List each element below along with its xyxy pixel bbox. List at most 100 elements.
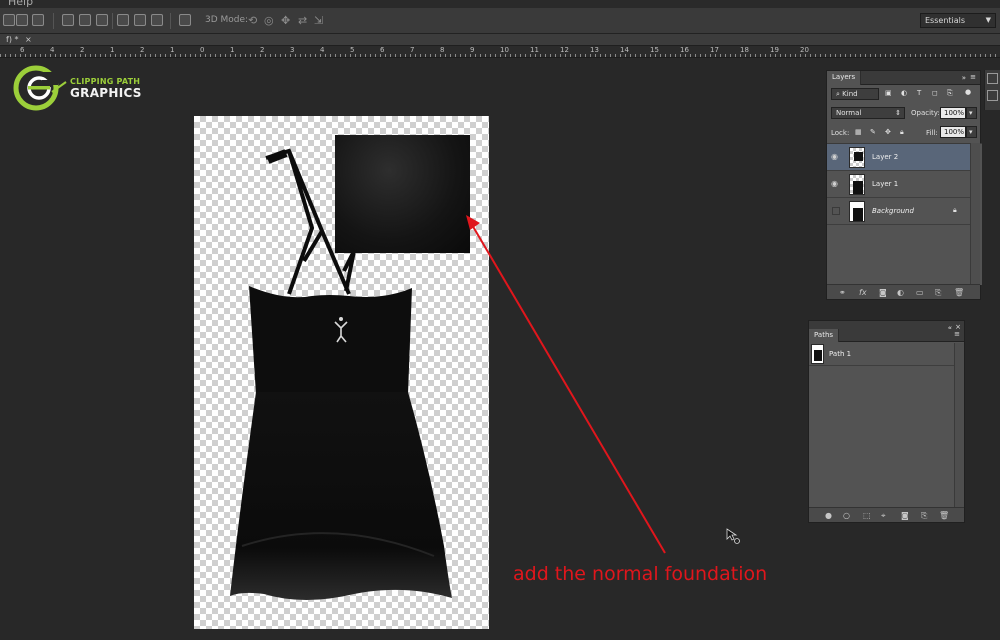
layer-row[interactable]: ◉ Layer 1 — [827, 171, 970, 198]
ruler-tick — [545, 54, 546, 57]
layers-scrollbar[interactable] — [970, 143, 980, 285]
ruler-tick — [245, 54, 246, 57]
ruler-tick — [120, 54, 121, 57]
fx-icon[interactable]: fx — [859, 288, 867, 297]
distribute-bottom-icon[interactable] — [96, 14, 108, 26]
history-dock-icon[interactable] — [987, 90, 998, 101]
fill-slider-button[interactable]: ▾ — [966, 126, 977, 138]
close-icon[interactable]: × — [25, 35, 32, 44]
ruler-tick — [880, 54, 881, 57]
ruler-tick — [75, 54, 76, 57]
filter-type-icon[interactable]: T — [917, 89, 921, 97]
new-path-icon[interactable]: ⎘ — [921, 511, 927, 520]
ruler-tick — [480, 54, 481, 57]
ruler-tick — [830, 54, 831, 57]
ruler-tick — [80, 54, 81, 57]
lock-position-icon[interactable]: ✥ — [885, 128, 891, 136]
opacity-label: Opacity: — [911, 109, 940, 117]
ruler-tick — [805, 54, 806, 57]
ruler-tick — [0, 54, 1, 57]
filter-toggle-icon[interactable]: ● — [965, 88, 971, 96]
collapse-icon[interactable]: » — [962, 74, 966, 82]
align-vcenter-icon[interactable] — [16, 14, 28, 26]
ruler-tick — [375, 54, 376, 57]
ruler-tick — [785, 54, 786, 57]
align-top-icon[interactable] — [3, 14, 15, 26]
tab-layers[interactable]: Layers — [827, 71, 862, 85]
paths-panel: « × Paths ≡ Path 1 ● ○ ⬚ ⌖ ◙ ⎘ 🗑︎ — [808, 320, 965, 523]
ruler-tick — [965, 54, 966, 57]
ruler-tick — [495, 54, 496, 57]
new-layer-icon[interactable]: ⎘ — [935, 288, 941, 297]
workspace-select[interactable]: Essentials ▼ — [920, 13, 996, 28]
ruler-tick — [790, 54, 791, 57]
ruler-tick — [535, 54, 536, 57]
trash-icon[interactable]: 🗑︎ — [954, 288, 964, 297]
ruler-tick — [945, 54, 946, 57]
panel-menu-icon[interactable]: ≡ — [970, 73, 976, 81]
stroke-path-icon[interactable]: ○ — [843, 511, 850, 520]
panel-menu-icon[interactable]: ≡ — [954, 330, 960, 338]
document-tab[interactable]: f) * × — [0, 34, 38, 46]
ruler-tick — [505, 54, 506, 57]
ruler-label: 17 — [710, 46, 719, 54]
menu-help[interactable]: Help — [8, 0, 33, 8]
align-bottom-icon[interactable] — [32, 14, 44, 26]
fill-path-icon[interactable]: ● — [825, 511, 832, 520]
ruler-tick — [440, 54, 441, 57]
eye-icon[interactable]: ◉ — [831, 153, 841, 161]
ruler-tick — [240, 54, 241, 57]
ruler-tick — [255, 54, 256, 57]
filter-adjust-icon[interactable]: ◐ — [901, 89, 907, 97]
fill-input[interactable]: 100% — [940, 126, 966, 138]
filter-pixel-icon[interactable]: ▣ — [885, 89, 892, 97]
opacity-input[interactable]: 100% — [940, 107, 966, 119]
ruler-label: 3 — [290, 46, 295, 54]
paths-scrollbar[interactable] — [954, 343, 964, 507]
lock-image-icon[interactable]: ✎ — [870, 128, 876, 136]
eye-icon[interactable]: ◉ — [831, 180, 841, 188]
visibility-off-icon[interactable] — [832, 207, 840, 215]
distribute-vcenter-icon[interactable] — [79, 14, 91, 26]
adjustment-layer-icon[interactable]: ◐ — [897, 288, 904, 297]
ruler-tick — [200, 54, 201, 57]
lock-all-icon[interactable]: 🔒︎ — [900, 128, 904, 137]
link-layers-icon[interactable]: ⚭ — [839, 288, 846, 297]
distribute-left-icon[interactable] — [117, 14, 129, 26]
new-group-icon[interactable]: ▭ — [916, 288, 924, 297]
layers-dock-icon[interactable] — [987, 73, 998, 84]
ruler-label: 19 — [770, 46, 779, 54]
layer-row[interactable]: Background 🔒︎ — [827, 198, 970, 225]
3d-slide-icon[interactable]: ⇄ — [298, 14, 307, 27]
tab-paths[interactable]: Paths — [809, 329, 840, 342]
auto-align-icon[interactable] — [179, 14, 191, 26]
distribute-top-icon[interactable] — [62, 14, 74, 26]
lock-transparent-icon[interactable]: ▦ — [855, 128, 862, 136]
distribute-hcenter-icon[interactable] — [134, 14, 146, 26]
ruler-tick — [530, 54, 531, 57]
make-path-icon[interactable]: ⌖ — [881, 511, 886, 520]
add-mask-icon[interactable]: ◙ — [879, 288, 887, 297]
logo: CLIPPING PATH GRAPHICS — [12, 62, 152, 114]
layer-row[interactable]: ◉ Layer 2 — [827, 144, 970, 171]
distribute-right-icon[interactable] — [151, 14, 163, 26]
layers-panel: Layers » ≡ ⌕ Kind ▣ ◐ T ◻ ⎘ ● Normal ⇕ O… — [826, 70, 982, 300]
add-mask-icon[interactable]: ◙ — [901, 511, 909, 520]
ruler-tick — [780, 54, 781, 57]
ruler-tick — [895, 54, 896, 57]
load-selection-icon[interactable]: ⬚ — [863, 511, 871, 520]
3d-pan-icon[interactable]: ✥ — [281, 14, 290, 27]
3d-scale-icon[interactable]: ⇲ — [314, 14, 323, 27]
trash-icon[interactable]: 🗑︎ — [939, 511, 949, 520]
filter-kind-select[interactable]: ⌕ Kind — [831, 88, 879, 100]
opacity-slider-button[interactable]: ▾ — [966, 107, 977, 119]
horizontal-ruler[interactable]: 6 4 2 1 2 1 0 1 2 3 4 5 6 7 8 9 10 11 12 13 14 15 16 17 18 19 20 — [0, 46, 1000, 58]
ruler-tick — [875, 54, 876, 57]
3d-rotate-icon[interactable]: ⟲ — [248, 14, 257, 27]
blend-mode-select[interactable]: Normal ⇕ — [831, 107, 905, 119]
filter-shape-icon[interactable]: ◻ — [932, 89, 938, 97]
filter-smart-icon[interactable]: ⎘ — [947, 89, 953, 98]
3d-roll-icon[interactable]: ◎ — [264, 14, 274, 27]
path-row[interactable]: Path 1 — [809, 343, 955, 366]
ruler-tick — [745, 54, 746, 57]
